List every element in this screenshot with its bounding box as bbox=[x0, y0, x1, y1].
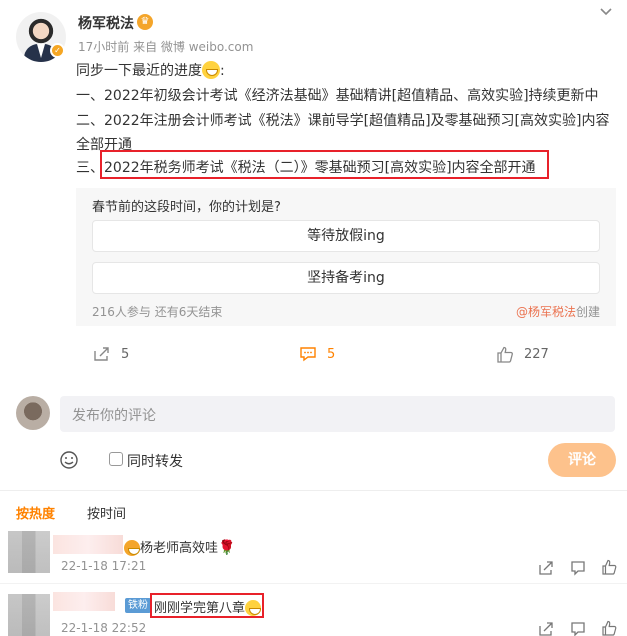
chevron-down-icon[interactable] bbox=[598, 4, 614, 20]
poll-question: 春节前的这段时间，你的计划是? bbox=[92, 200, 281, 215]
thumbs-up-icon[interactable] bbox=[601, 620, 617, 636]
highlight-box bbox=[150, 593, 264, 618]
share-icon bbox=[94, 347, 109, 361]
post-line-1: 同步一下最近的进度: bbox=[76, 60, 225, 80]
commenter-name[interactable] bbox=[53, 592, 115, 611]
share-button[interactable]: 5 bbox=[93, 346, 129, 362]
rose-icon: 🌹 bbox=[218, 540, 236, 556]
poll-creator: @杨军税法创建 bbox=[516, 303, 600, 320]
submit-comment-button[interactable]: 评论 bbox=[548, 443, 616, 477]
fan-badge: 铁粉 bbox=[125, 598, 151, 613]
comment-icon[interactable] bbox=[570, 560, 586, 576]
comment-icon[interactable] bbox=[570, 621, 586, 636]
poll-creator-link[interactable]: @杨军税法 bbox=[516, 305, 576, 319]
comment-icon bbox=[300, 347, 316, 362]
like-count: 227 bbox=[524, 347, 549, 362]
comment-button[interactable]: 5 bbox=[299, 346, 335, 362]
highlight-box bbox=[100, 150, 549, 179]
level-badge-icon: ♛ bbox=[137, 14, 153, 30]
poll-creator-suffix: 创建 bbox=[576, 305, 601, 319]
share-count: 5 bbox=[121, 346, 130, 362]
tab-sort-time[interactable]: 按时间 bbox=[87, 503, 126, 522]
comment-count: 5 bbox=[327, 346, 336, 362]
post-line-1-text: 同步一下最近的进度 bbox=[76, 63, 202, 79]
heart-eyes-emoji-icon bbox=[124, 540, 140, 556]
poll-option-1[interactable]: 等待放假ing bbox=[92, 220, 600, 252]
comment-time: 22-1-18 22:52 bbox=[61, 621, 147, 635]
post-line-2: 一、2022年初级会计考试《经济法基础》基础精讲[超值精品、高效实验]持续更新中 bbox=[76, 88, 599, 104]
author-name[interactable]: 杨军税法 bbox=[78, 13, 134, 33]
post-meta: 17小时前 来自 微博 weibo.com bbox=[78, 40, 254, 54]
repost-label[interactable]: 同时转发 bbox=[127, 451, 183, 471]
comment-time: 22-1-18 17:21 bbox=[61, 559, 147, 573]
thumbs-up-icon[interactable] bbox=[601, 559, 617, 575]
current-user-avatar bbox=[16, 396, 50, 430]
share-icon[interactable] bbox=[538, 621, 554, 636]
commenter-name[interactable] bbox=[53, 535, 123, 554]
share-icon[interactable] bbox=[538, 560, 554, 576]
smiley-icon[interactable] bbox=[59, 450, 79, 470]
commenter-avatar[interactable] bbox=[8, 531, 50, 573]
repost-checkbox[interactable] bbox=[109, 452, 123, 466]
section-divider bbox=[0, 490, 627, 491]
grin-emoji-icon bbox=[202, 61, 220, 79]
comment-1-text: 杨老师高效哇 bbox=[140, 541, 219, 556]
like-button[interactable]: 227 bbox=[496, 346, 549, 363]
verified-icon: ✓ bbox=[50, 43, 65, 58]
post-line-3: 二、2022年注册会计师考试《税法》课前导学[超值精品]及零基础预习[高效实验]… bbox=[76, 113, 610, 129]
commenter-avatar[interactable] bbox=[8, 594, 50, 636]
post-line-1-suffix: : bbox=[220, 63, 225, 79]
poll-option-2[interactable]: 坚持备考ing bbox=[92, 262, 600, 294]
comment-text: 杨老师高效哇🌹 bbox=[124, 537, 235, 556]
thumbs-up-icon bbox=[497, 346, 513, 363]
comment-input[interactable]: 发布你的评论 bbox=[60, 396, 615, 432]
tab-sort-hot[interactable]: 按热度 bbox=[16, 503, 55, 522]
poll-stats: 216人参与 还有6天结束 bbox=[92, 305, 223, 319]
comment-divider bbox=[0, 583, 627, 584]
